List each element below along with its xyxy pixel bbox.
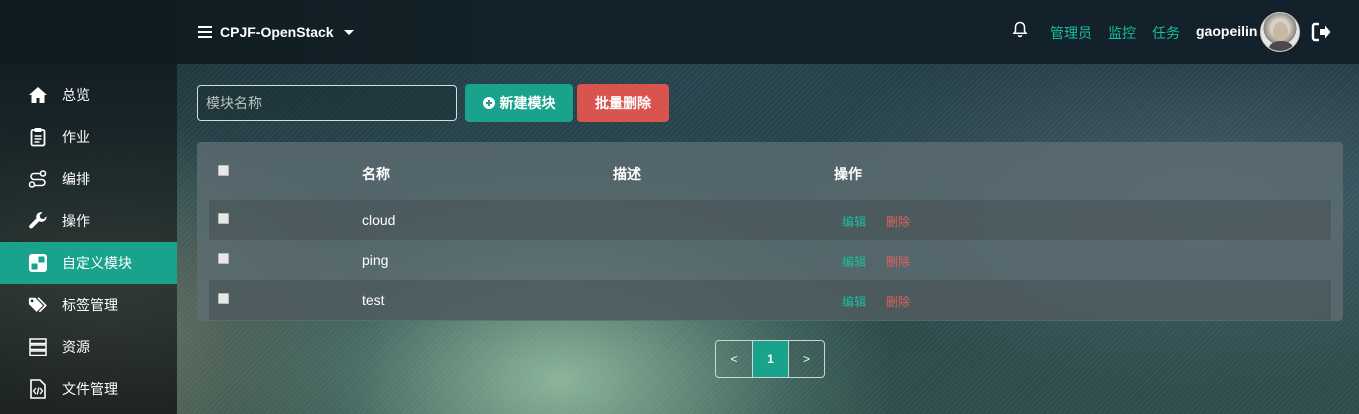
select-all-checkbox[interactable] <box>218 165 229 176</box>
sidebar-item-overview[interactable]: 总览 <box>0 74 177 116</box>
sidebar-item-label: 编排 <box>62 171 90 187</box>
delete-link[interactable]: 删除 <box>886 213 910 230</box>
column-header-name: 名称 <box>362 166 390 182</box>
table-row: test 编辑 删除 <box>209 280 1331 320</box>
row-checkbox[interactable] <box>218 213 229 224</box>
sidebar-item-label: 操作 <box>62 213 90 229</box>
row-checkbox[interactable] <box>218 253 229 264</box>
clipboard-icon <box>28 127 48 147</box>
project-switcher[interactable]: CPJF-OpenStack <box>198 22 354 42</box>
caret-down-icon <box>343 29 354 35</box>
pagination: < 1 > <box>715 340 825 378</box>
new-module-button[interactable]: 新建模块 <box>465 84 573 122</box>
sidebar-item-label: 标签管理 <box>62 297 118 313</box>
module-name: ping <box>362 252 389 268</box>
nav-tasks-link[interactable]: 任务 <box>1152 23 1180 43</box>
plus-circle-icon <box>482 97 495 109</box>
route-icon <box>28 169 48 189</box>
table-row: cloud 编辑 删除 <box>209 200 1331 240</box>
sidebar-item-custom-modules[interactable]: 自定义模块 <box>0 242 177 284</box>
project-name: CPJF-OpenStack <box>220 24 334 40</box>
edit-link[interactable]: 编辑 <box>842 293 866 310</box>
column-header-description: 描述 <box>613 166 641 182</box>
prev-page-button[interactable]: < <box>716 341 752 377</box>
top-bar: CPJF-OpenStack 管理员 监控 任务 gaopeilin <box>0 0 1359 64</box>
sidebar-item-label: 总览 <box>62 87 90 103</box>
sidebar-item-operations[interactable]: 操作 <box>0 200 177 242</box>
sidebar-item-orchestration[interactable]: 编排 <box>0 158 177 200</box>
wrench-icon <box>28 211 48 231</box>
module-name: test <box>362 292 385 308</box>
delete-link[interactable]: 删除 <box>886 293 910 310</box>
modules-table: 名称 描述 操作 cloud 编辑 删除 ping 编辑 删除 test 编辑 … <box>197 142 1343 321</box>
next-page-button[interactable]: > <box>788 341 824 377</box>
sidebar: 总览 作业 编排 操作 自定义模块 标签管理 资源 文件管理 <box>0 0 177 414</box>
sidebar-item-jobs[interactable]: 作业 <box>0 116 177 158</box>
sidebar-item-label: 自定义模块 <box>62 255 132 271</box>
module-search-input[interactable] <box>197 85 457 121</box>
avatar[interactable] <box>1260 12 1300 52</box>
page-button-current[interactable]: 1 <box>752 341 788 377</box>
sidebar-item-label: 作业 <box>62 129 90 145</box>
module-icon <box>28 253 48 273</box>
logout-icon[interactable] <box>1311 22 1331 42</box>
username[interactable]: gaopeilin <box>1196 23 1257 39</box>
edit-link[interactable]: 编辑 <box>842 213 866 230</box>
tags-icon <box>28 295 48 315</box>
list-icon <box>198 26 212 38</box>
home-icon <box>28 85 48 105</box>
nav-admin-link[interactable]: 管理员 <box>1050 23 1092 43</box>
sidebar-item-label: 资源 <box>62 339 90 355</box>
sidebar-item-files[interactable]: 文件管理 <box>0 368 177 410</box>
bell-icon[interactable] <box>1012 21 1028 39</box>
batch-delete-button[interactable]: 批量删除 <box>577 84 669 122</box>
sidebar-item-label: 文件管理 <box>62 381 118 397</box>
server-icon <box>28 337 48 357</box>
sidebar-item-resources[interactable]: 资源 <box>0 326 177 368</box>
delete-link[interactable]: 删除 <box>886 253 910 270</box>
new-module-label: 新建模块 <box>499 95 556 111</box>
column-header-actions: 操作 <box>834 166 862 182</box>
nav-monitor-link[interactable]: 监控 <box>1108 23 1136 43</box>
row-checkbox[interactable] <box>218 293 229 304</box>
module-name: cloud <box>362 212 396 228</box>
sidebar-item-tags[interactable]: 标签管理 <box>0 284 177 326</box>
table-row: ping 编辑 删除 <box>209 240 1331 280</box>
code-file-icon <box>28 379 48 399</box>
edit-link[interactable]: 编辑 <box>842 253 866 270</box>
